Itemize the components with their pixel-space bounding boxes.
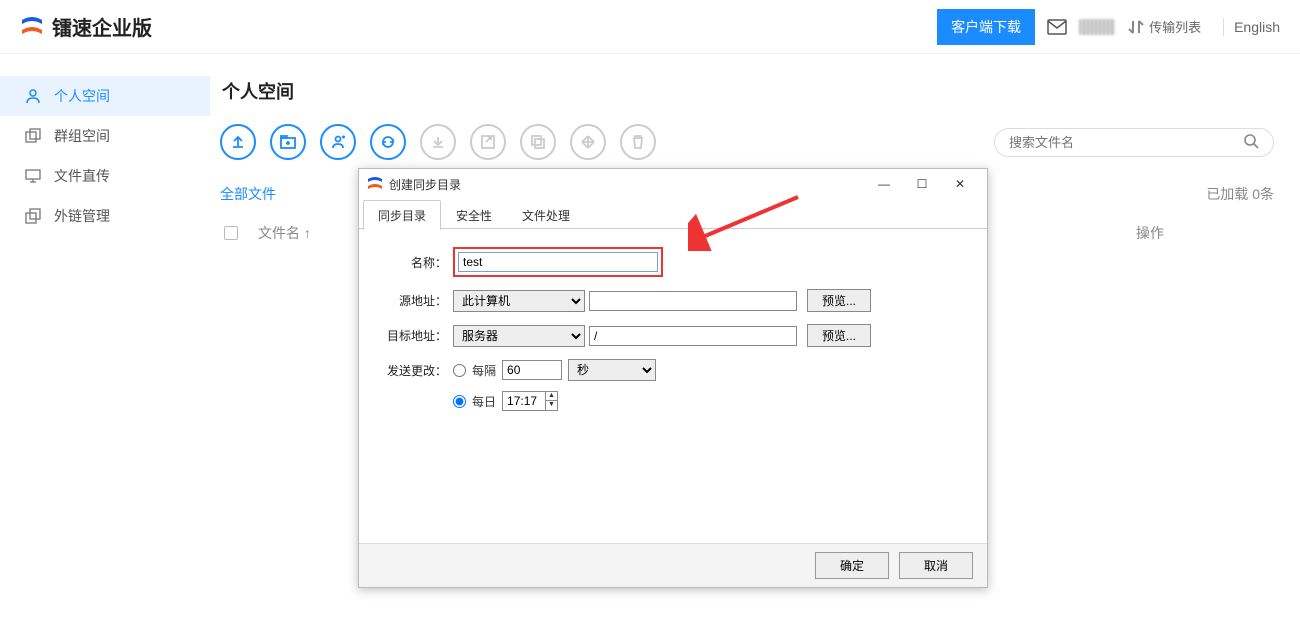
search-icon	[1243, 133, 1259, 152]
topbar: 镭速企业版 客户端下载 传输列表 English	[0, 0, 1300, 54]
daily-radio[interactable]	[453, 395, 466, 408]
transfer-list-link[interactable]: 传输列表	[1127, 17, 1201, 36]
ok-button[interactable]: 确定	[815, 552, 889, 579]
sort-icon: ↑	[304, 225, 311, 241]
separator	[1223, 18, 1224, 36]
new-folder-button[interactable]	[270, 124, 306, 160]
source-row: 源地址： 此计算机 预览...	[379, 289, 967, 312]
time-up-button[interactable]: ▲	[546, 392, 557, 400]
sidebar-item-direct-transfer[interactable]: 文件直传	[0, 156, 210, 196]
transfer-list-label: 传输列表	[1149, 17, 1201, 36]
col-filename[interactable]: 文件名 ↑	[258, 223, 311, 243]
app-icon	[367, 176, 383, 192]
mail-icon[interactable]	[1047, 19, 1067, 35]
minimize-button[interactable]: —	[865, 169, 903, 199]
monitor-icon	[24, 167, 42, 185]
language-toggle[interactable]: English	[1234, 19, 1280, 35]
sidebar-item-label: 外链管理	[54, 206, 110, 226]
link-icon	[24, 207, 42, 225]
create-sync-dialog: 创建同步目录 — ☐ ✕ 同步目录 安全性 文件处理 名称： 源地址： 此计算机…	[358, 168, 988, 588]
interval-value-input[interactable]	[502, 360, 562, 380]
sidebar-item-label: 文件直传	[54, 166, 110, 186]
target-label: 目标地址：	[379, 327, 447, 344]
tab-file-processing[interactable]: 文件处理	[507, 200, 585, 230]
tab-sync-directory[interactable]: 同步目录	[363, 200, 441, 230]
toolbar	[220, 124, 1274, 160]
download-client-button[interactable]: 客户端下载	[937, 9, 1035, 45]
target-select[interactable]: 服务器	[453, 325, 585, 347]
sidebar-item-label: 个人空间	[54, 86, 110, 106]
sidebar-item-personal-space[interactable]: 个人空间	[0, 76, 210, 116]
name-row: 名称：	[379, 247, 967, 277]
select-all-checkbox[interactable]	[224, 226, 238, 240]
user-icon	[24, 87, 42, 105]
close-button[interactable]: ✕	[941, 169, 979, 199]
target-preview-button[interactable]: 预览...	[807, 324, 871, 347]
dialog-titlebar[interactable]: 创建同步目录 — ☐ ✕	[359, 169, 987, 199]
col-operation: 操作	[1136, 223, 1164, 243]
dialog-footer: 确定 取消	[359, 543, 987, 587]
brand-text: 镭速企业版	[52, 12, 152, 41]
send-change-row: 发送更改： 每隔 秒 每日 ▲	[379, 359, 967, 411]
dialog-title: 创建同步目录	[389, 176, 865, 193]
sidebar-item-group-space[interactable]: 群组空间	[0, 116, 210, 156]
dialog-body: 名称： 源地址： 此计算机 预览... 目标地址： 服务器 预览... 发送更改…	[359, 229, 987, 543]
sidebar-item-external-links[interactable]: 外链管理	[0, 196, 210, 236]
copy-button	[520, 124, 556, 160]
time-down-button[interactable]: ▼	[546, 400, 557, 409]
dialog-tabs: 同步目录 安全性 文件处理	[359, 199, 987, 229]
user-name-blurred	[1079, 19, 1115, 35]
interval-unit-select[interactable]: 秒	[568, 359, 656, 381]
delete-button	[620, 124, 656, 160]
share-out-button	[470, 124, 506, 160]
sidebar: 个人空间 群组空间 文件直传 外链管理	[0, 54, 210, 629]
name-highlight	[453, 247, 663, 277]
all-files-link[interactable]: 全部文件	[220, 184, 276, 204]
brand: 镭速企业版	[20, 12, 152, 41]
page-title: 个人空间	[222, 78, 1274, 104]
brand-logo-icon	[20, 16, 44, 38]
name-input[interactable]	[458, 252, 658, 272]
share-button[interactable]	[320, 124, 356, 160]
daily-label: 每日	[472, 393, 496, 410]
search-box[interactable]	[994, 128, 1274, 157]
interval-radio[interactable]	[453, 364, 466, 377]
group-icon	[24, 127, 42, 145]
download-button	[420, 124, 456, 160]
loaded-count: 已加载 0条	[1206, 184, 1274, 204]
move-button	[570, 124, 606, 160]
source-select[interactable]: 此计算机	[453, 290, 585, 312]
upload-button[interactable]	[220, 124, 256, 160]
target-path-input[interactable]	[589, 326, 797, 346]
name-label: 名称：	[379, 254, 447, 271]
sync-button[interactable]	[370, 124, 406, 160]
source-preview-button[interactable]: 预览...	[807, 289, 871, 312]
cancel-button[interactable]: 取消	[899, 552, 973, 579]
search-input[interactable]	[1009, 135, 1243, 150]
sidebar-item-label: 群组空间	[54, 126, 110, 146]
send-change-label: 发送更改：	[379, 362, 447, 379]
interval-label: 每隔	[472, 362, 496, 379]
maximize-button[interactable]: ☐	[903, 169, 941, 199]
daily-time-input[interactable]	[503, 392, 545, 410]
source-label: 源地址：	[379, 292, 447, 309]
tab-security[interactable]: 安全性	[441, 200, 507, 230]
target-row: 目标地址： 服务器 预览...	[379, 324, 967, 347]
source-path-input[interactable]	[589, 291, 797, 311]
